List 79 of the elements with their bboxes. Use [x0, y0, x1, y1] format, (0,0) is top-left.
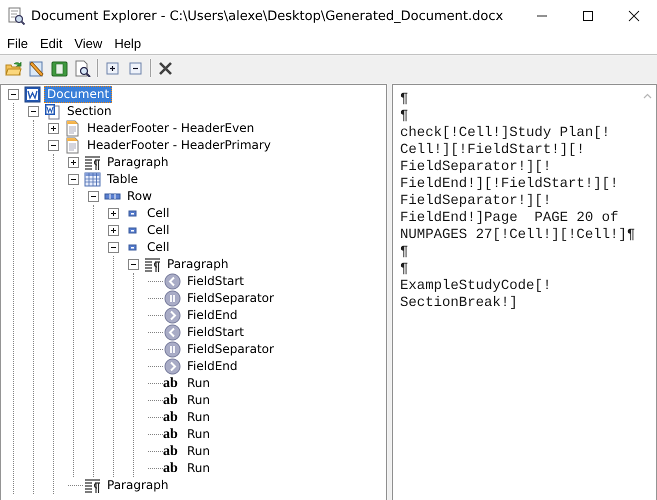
page-icon — [64, 120, 81, 137]
plus-icon — [49, 124, 58, 133]
tree-item[interactable]: Paragraph — [164, 256, 232, 273]
page-icon — [64, 137, 81, 154]
left-chevron-circle-icon — [164, 324, 181, 341]
tree-item[interactable]: Run — [184, 409, 214, 426]
tree-item[interactable]: Cell — [144, 205, 172, 222]
tree-item[interactable]: FieldEnd — [184, 358, 241, 375]
tree-item[interactable]: Run — [184, 375, 214, 392]
tree-item[interactable]: Run — [184, 460, 214, 477]
tree-item[interactable]: Cell — [144, 222, 172, 239]
paragraph-icon — [84, 154, 101, 171]
collapse-toggle[interactable] — [8, 89, 19, 100]
text-line: SectionBreak!] — [400, 295, 519, 312]
tree-item[interactable]: Paragraph — [104, 477, 172, 494]
tree-item[interactable]: FieldEnd — [184, 307, 241, 324]
maximize-icon — [582, 10, 594, 22]
text-line: ¶ — [400, 91, 410, 108]
collapse-toggle[interactable] — [68, 174, 79, 185]
menu-item[interactable]: View — [68, 34, 108, 52]
plus-icon — [109, 226, 118, 235]
run-icon: ab — [163, 443, 182, 460]
menu-item[interactable]: Edit — [34, 34, 68, 52]
text-line: ¶ — [400, 108, 410, 125]
tree-item[interactable]: FieldStart — [184, 324, 248, 341]
left-chevron-circle-icon — [164, 273, 181, 290]
tree-item[interactable]: Cell — [144, 239, 172, 256]
tree-item[interactable]: Section — [64, 103, 115, 120]
collapse-toggle[interactable] — [108, 242, 119, 253]
tree-item[interactable]: FieldStart — [184, 273, 248, 290]
plus-icon — [69, 158, 78, 167]
text-line: ¶ — [400, 261, 410, 278]
tree-item[interactable]: FieldSeparator — [184, 290, 277, 307]
document-magnifier-icon — [7, 7, 25, 25]
tree-item[interactable]: Document — [44, 86, 112, 103]
window-title: Document Explorer - C:\Users\alexe\Desktop\Generated_Document.docx — [31, 8, 504, 24]
expand-toggle[interactable] — [68, 157, 79, 168]
run-icon: ab — [163, 409, 182, 426]
text-line: FieldSeparator!][! — [400, 159, 552, 176]
documents-icon — [44, 103, 61, 120]
expand-toggle[interactable] — [108, 225, 119, 236]
collapse-toggle[interactable] — [88, 191, 99, 202]
collapse-toggle[interactable] — [28, 106, 39, 117]
text-line: ExampleStudyCode[! — [400, 278, 552, 295]
right-chevron-circle-icon — [164, 307, 181, 324]
paragraph-icon — [144, 256, 161, 273]
tree-item[interactable]: Run — [184, 443, 214, 460]
collapse-toggle[interactable] — [128, 259, 139, 270]
text-line: check[!Cell!]Study Plan[! — [400, 125, 612, 142]
run-icon: ab — [163, 460, 182, 477]
tree-item[interactable]: FieldSeparator — [184, 341, 277, 358]
menu-item[interactable]: File — [1, 34, 34, 52]
menu-item[interactable]: Help — [108, 34, 148, 52]
tree-item[interactable]: Run — [184, 426, 214, 443]
run-icon: ab — [163, 392, 182, 409]
table-icon — [84, 171, 101, 188]
run-icon: ab — [163, 375, 182, 392]
expand-toggle[interactable] — [108, 208, 119, 219]
tree-item[interactable]: Row — [124, 188, 155, 205]
tree-item[interactable]: Paragraph — [104, 154, 172, 171]
tree-item[interactable]: Table — [104, 171, 142, 188]
text-line: ¶ — [400, 244, 410, 261]
plus-icon — [109, 209, 118, 218]
tree-item[interactable]: HeaderFooter - HeaderPrimary — [84, 137, 274, 154]
expand-toggle[interactable] — [48, 123, 59, 134]
text-line: FieldEnd!]Page PAGE 20 of — [400, 210, 620, 227]
run-icon: ab — [163, 426, 182, 443]
text-line: Cell!][!FieldStart!][! — [400, 142, 586, 159]
close-icon — [628, 10, 640, 22]
pause-circle-icon — [164, 341, 181, 358]
tree-item[interactable]: Run — [184, 392, 214, 409]
text-line: FieldSeparator!][! — [400, 193, 552, 210]
pause-circle-icon — [164, 290, 181, 307]
text-line: NUMPAGES 27[!Cell!][!Cell!]¶ — [400, 227, 636, 244]
right-chevron-circle-icon — [164, 358, 181, 375]
paragraph-icon — [84, 477, 101, 494]
tree-item[interactable]: HeaderFooter - HeaderEven — [84, 120, 258, 137]
text-line: FieldEnd!][!FieldStart!][! — [400, 176, 620, 193]
collapse-toggle[interactable] — [48, 140, 59, 151]
